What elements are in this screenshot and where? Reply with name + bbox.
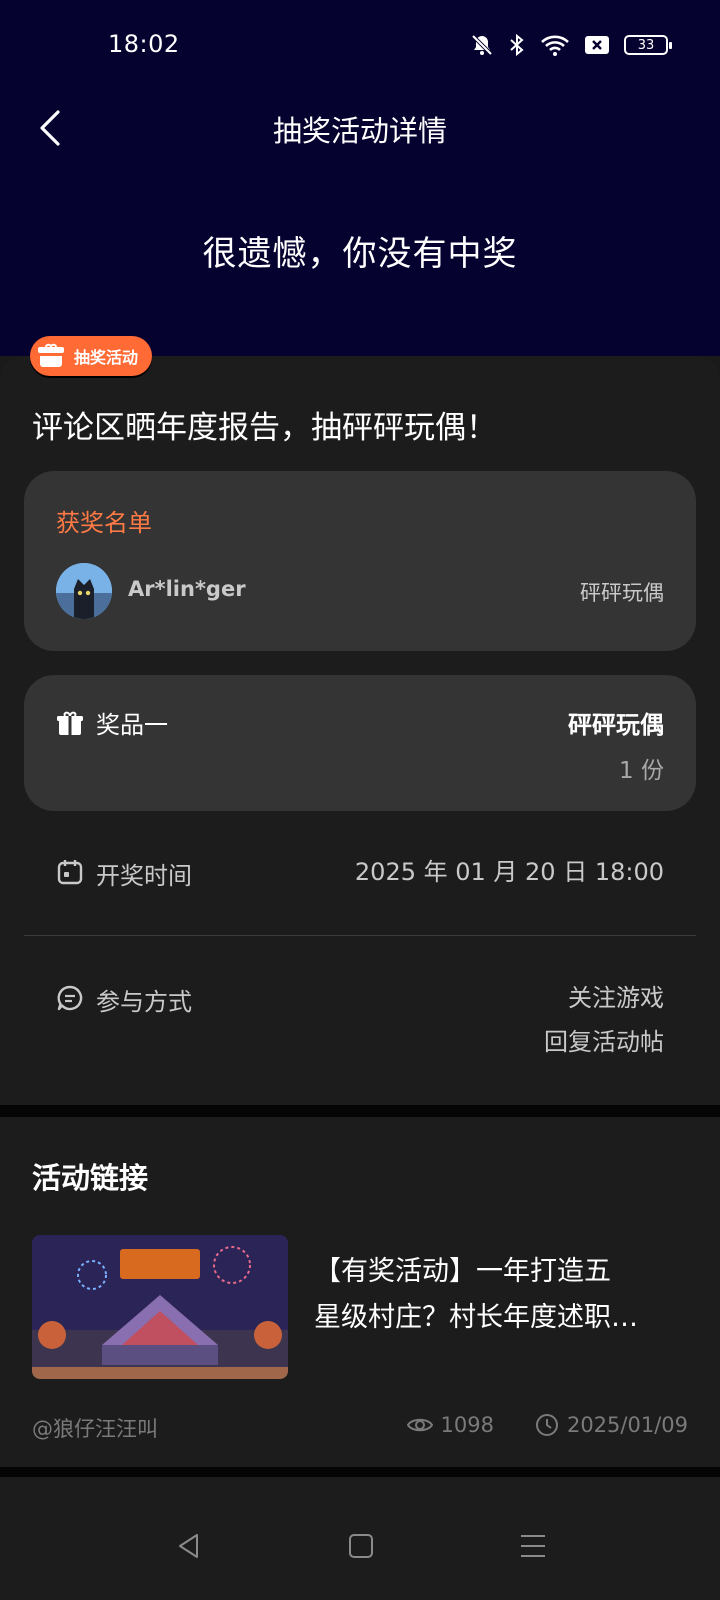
- screen: 18:02 33 抽奖活动详情 很遗憾，你没有中奖 抽奖活动 评论区晒年度报告，…: [0, 0, 720, 1600]
- badge-label: 抽奖活动: [74, 348, 139, 367]
- participation-methods: 关注游戏 回复活动帖: [544, 976, 664, 1064]
- status-icons: 33: [470, 30, 672, 60]
- section-separator: [0, 1467, 720, 1477]
- page-title: 抽奖活动详情: [272, 114, 447, 148]
- calendar-icon: [57, 860, 83, 885]
- prize-label: 奖品一: [96, 711, 168, 739]
- activity-link-card[interactable]: 【有奖活动】一年打造五 星级村庄？村长年度述职…: [32, 1235, 688, 1385]
- draw-time-label: 开奖时间: [96, 862, 192, 890]
- avatar[interactable]: [56, 563, 112, 619]
- link-date: 2025/01/09: [535, 1413, 688, 1437]
- winners-card: 获奖名单 Ar*lin*ger 砰砰玩偶: [24, 471, 696, 651]
- battery-icon: 33: [624, 35, 672, 55]
- lottery-result-text: 很遗憾，你没有中奖: [202, 234, 518, 274]
- nav-bar: 抽奖活动详情: [0, 92, 720, 164]
- link-title-line: 星级村庄？村长年度述职…: [314, 1302, 638, 1333]
- square-home-icon: [349, 1534, 373, 1558]
- participation-method: 关注游戏: [568, 984, 664, 1012]
- status-bar: 18:02 33: [0, 0, 720, 92]
- participation-label: 参与方式: [96, 988, 192, 1016]
- gift-box-icon: [36, 341, 66, 371]
- activity-title: 评论区晒年度报告，抽砰砰玩偶！: [32, 410, 497, 446]
- eye-icon: [406, 1418, 433, 1432]
- close-box-icon: [585, 36, 609, 54]
- gift-icon: [57, 711, 83, 735]
- link-title: 【有奖活动】一年打造五 星级村庄？村长年度述职…: [314, 1249, 684, 1341]
- link-title-line: 【有奖活动】一年打造五: [314, 1256, 611, 1287]
- draw-time-value: 2025 年 01 月 20 日 18:00: [354, 858, 664, 886]
- battery-level: 33: [637, 37, 655, 53]
- winner-prize: 砰砰玩偶: [580, 581, 664, 605]
- menu-lines-icon: [521, 1535, 545, 1557]
- link-meta: @狼仔汪汪叫 1098 2025/01/09: [32, 1407, 688, 1443]
- nav-menu-button[interactable]: [508, 1521, 558, 1571]
- prize-card: 奖品一 砰砰玩偶 1 份: [24, 675, 696, 811]
- nav-home-button[interactable]: [336, 1521, 386, 1571]
- participation-method: 回复活动帖: [544, 1028, 664, 1056]
- post-date: 2025/01/09: [566, 1413, 688, 1437]
- chat-bubble-icon: [57, 985, 83, 1011]
- prize-name: 砰砰玩偶: [568, 711, 664, 739]
- divider: [24, 935, 696, 936]
- section-separator: [0, 1105, 720, 1117]
- triangle-back-icon: [179, 1534, 198, 1558]
- clock-icon: [535, 1414, 558, 1436]
- winner-row[interactable]: Ar*lin*ger 砰砰玩偶: [56, 563, 664, 619]
- winner-name: Ar*lin*ger: [128, 577, 246, 601]
- activity-links-section: 活动链接 【有奖活动】一年打造五 星级村庄？村长年度述职… @狼仔汪汪叫 109…: [0, 1117, 720, 1467]
- bluetooth-icon: [510, 33, 524, 57]
- prize-quantity: 1 份: [619, 758, 664, 784]
- link-author[interactable]: @狼仔汪汪叫: [32, 1413, 158, 1443]
- winners-heading: 获奖名单: [56, 509, 152, 537]
- activity-type-badge: 抽奖活动: [30, 336, 153, 376]
- draw-time-row: 开奖时间 2025 年 01 月 20 日 18:00: [56, 850, 664, 894]
- nav-back-button[interactable]: [164, 1521, 214, 1571]
- status-time: 18:02: [108, 30, 180, 58]
- bell-muted-icon: [471, 34, 493, 56]
- wifi-icon: [541, 35, 569, 56]
- header-area: 18:02 33 抽奖活动详情 很遗憾，你没有中奖: [0, 0, 720, 356]
- link-thumbnail: [32, 1235, 288, 1379]
- participation-row: 参与方式 关注游戏 回复活动帖: [56, 976, 664, 1066]
- links-heading: 活动链接: [32, 1161, 149, 1195]
- system-nav-bar: [0, 1477, 720, 1600]
- link-views: 1098: [406, 1413, 494, 1437]
- view-count: 1098: [440, 1413, 494, 1437]
